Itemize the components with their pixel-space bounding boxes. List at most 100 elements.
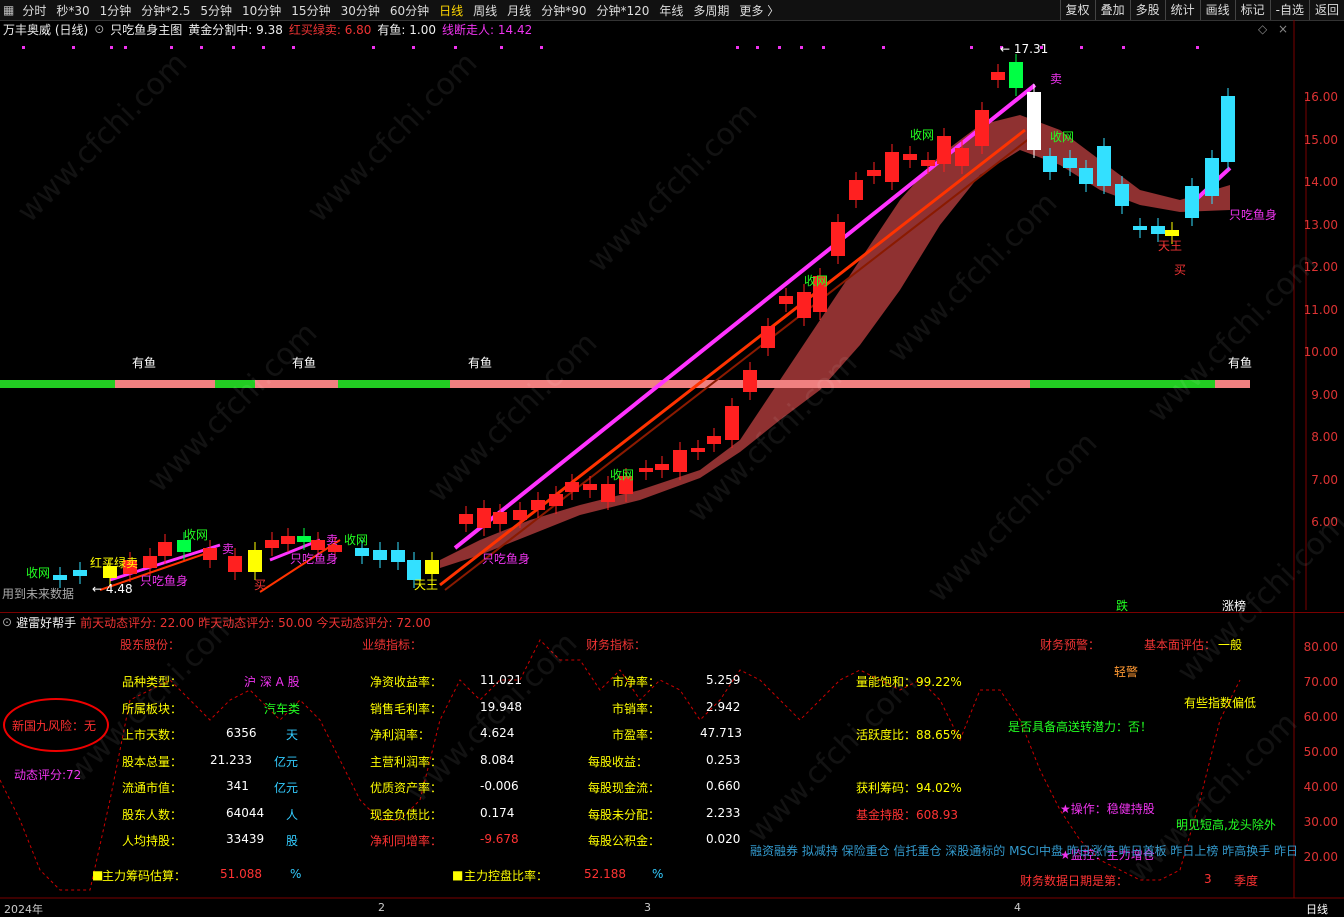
- price-tick: 9.00: [1311, 387, 1338, 402]
- price-tick: 16.00: [1303, 90, 1338, 104]
- dark-trend-line: [444, 137, 1031, 591]
- signal-dot: [736, 46, 739, 49]
- risk-label: 新国九风险：无: [12, 719, 97, 733]
- candle-body: [143, 556, 157, 568]
- fin-key: 市盈率：: [612, 728, 661, 742]
- signal-dot: [500, 46, 503, 49]
- signal-dot: [800, 46, 803, 49]
- price-tick: 15.00: [1303, 132, 1338, 147]
- signal-dot: [756, 46, 759, 49]
- sell-label-2: 卖: [326, 533, 339, 547]
- fin-key: 市销率：: [612, 701, 661, 716]
- candle-body: [831, 222, 845, 256]
- fin-value: 2.942: [706, 699, 741, 714]
- only-fish-label-2: 只吃鱼身: [482, 552, 531, 566]
- candle-body: [1221, 96, 1235, 162]
- candle-body: [1079, 168, 1093, 184]
- candle-body: [779, 296, 793, 304]
- signal-dot: [540, 46, 543, 49]
- candle-body: [531, 500, 545, 510]
- price-tick: 14.00: [1303, 175, 1338, 189]
- signal-dot: [292, 46, 295, 49]
- candle-body: [1165, 230, 1179, 236]
- score-tick: 40.00: [1303, 780, 1338, 794]
- signal-dot: [262, 46, 265, 49]
- net-label-2: 收网: [1050, 130, 1075, 144]
- signal-dot: [72, 46, 75, 49]
- net-label-6: 收网: [344, 533, 369, 547]
- candle-body: [248, 550, 262, 572]
- signal-dot: [372, 46, 375, 49]
- holder-key: 流通市值：: [122, 781, 183, 795]
- fin-key: 每股公积金：: [588, 834, 661, 848]
- candle-body: [849, 180, 863, 200]
- operate-advice: ★操作：稳健持股: [1060, 802, 1155, 816]
- candle-body: [1097, 146, 1111, 186]
- candle-body: [391, 550, 405, 562]
- signal-dot: [110, 46, 113, 49]
- profit-chip: 获利筹码：94.02%: [856, 781, 962, 795]
- candle-body: [1009, 62, 1023, 88]
- candle-body: [991, 72, 1005, 80]
- score-today: 今天动态评分: 72.00: [316, 615, 431, 630]
- perf-key: 净利润率：: [370, 728, 431, 742]
- time-tick: 4: [1014, 901, 1021, 914]
- report-date-label: 财务数据日期是第：: [1020, 874, 1129, 888]
- candle-body: [281, 536, 295, 544]
- candle-body: [691, 448, 705, 452]
- low-price-mark: ← 4.48: [92, 582, 133, 596]
- candle-body: [975, 110, 989, 146]
- candle-body: [955, 148, 969, 166]
- high-price-mark: ← 17.31: [1000, 42, 1049, 56]
- only-fish-label-1: 只吃鱼身: [1229, 208, 1278, 222]
- candle-body: [513, 510, 527, 520]
- chip-estimate-value: 51.088: [220, 867, 262, 881]
- candle-body: [549, 494, 563, 506]
- signal-dot: [1080, 46, 1083, 49]
- perf-value: -9.678: [480, 832, 519, 846]
- collapse-icon-2[interactable]: ⊙: [0, 615, 14, 629]
- signal-dot: [970, 46, 973, 49]
- signal-dot: [778, 46, 781, 49]
- concept-tags: 融资融券 拟减持 保险重仓 信托重仓 深股通标的 MSCI中盘 昨日涨停 昨日首…: [750, 844, 1299, 858]
- only-fish-label-3: 只吃鱼身: [290, 552, 339, 566]
- candle-body: [265, 540, 279, 548]
- lower-panel-title[interactable]: 避雷好帮手: [14, 614, 78, 631]
- perf-value: 8.084: [480, 752, 515, 767]
- holder-value: 汽车类: [264, 701, 301, 716]
- red-trend-line: [439, 128, 1026, 587]
- fund-holding: 基金持股：608.93: [856, 808, 958, 822]
- signal-dot: [232, 46, 235, 49]
- perf-value: -0.006: [480, 779, 519, 793]
- candle-body: [1043, 156, 1057, 172]
- signal-dot: [1196, 46, 1199, 49]
- fish-label-3: 有鱼: [468, 356, 493, 370]
- candle-body: [477, 508, 491, 528]
- time-tick: 2: [378, 901, 385, 914]
- index-low: 有些指数偏低: [1184, 696, 1257, 710]
- candle-body: [73, 570, 87, 576]
- candle-body: [425, 560, 439, 574]
- candle-body: [53, 575, 67, 580]
- red-green-label: 红买绿卖: [90, 556, 139, 570]
- high-send-potential: 是否具备高送转潜力：否！: [1008, 720, 1153, 734]
- holder-unit: 股: [286, 834, 299, 848]
- fin-value: 0.660: [706, 779, 741, 793]
- score-prev: 前天动态评分: 22.00: [80, 615, 195, 630]
- bullet-icon: ■: [452, 868, 464, 882]
- score-tick: 60.00: [1303, 710, 1338, 724]
- candle-body: [743, 370, 757, 392]
- only-fish-label-4: 只吃鱼身: [140, 574, 189, 588]
- holder-value: 沪 深 A 股: [244, 675, 300, 689]
- candle-body: [797, 292, 811, 318]
- candle-body: [885, 152, 899, 182]
- fin-value: 2.233: [706, 805, 741, 820]
- candle-body: [1063, 158, 1077, 168]
- signal-dot: [882, 46, 885, 49]
- score-tick: 70.00: [1303, 675, 1338, 689]
- candle-body: [228, 556, 242, 572]
- control-ratio-value: 52.188: [584, 867, 626, 881]
- candle-body: [565, 482, 579, 492]
- fish-bar-green: [338, 380, 450, 388]
- buy-label-2: 买: [254, 578, 267, 592]
